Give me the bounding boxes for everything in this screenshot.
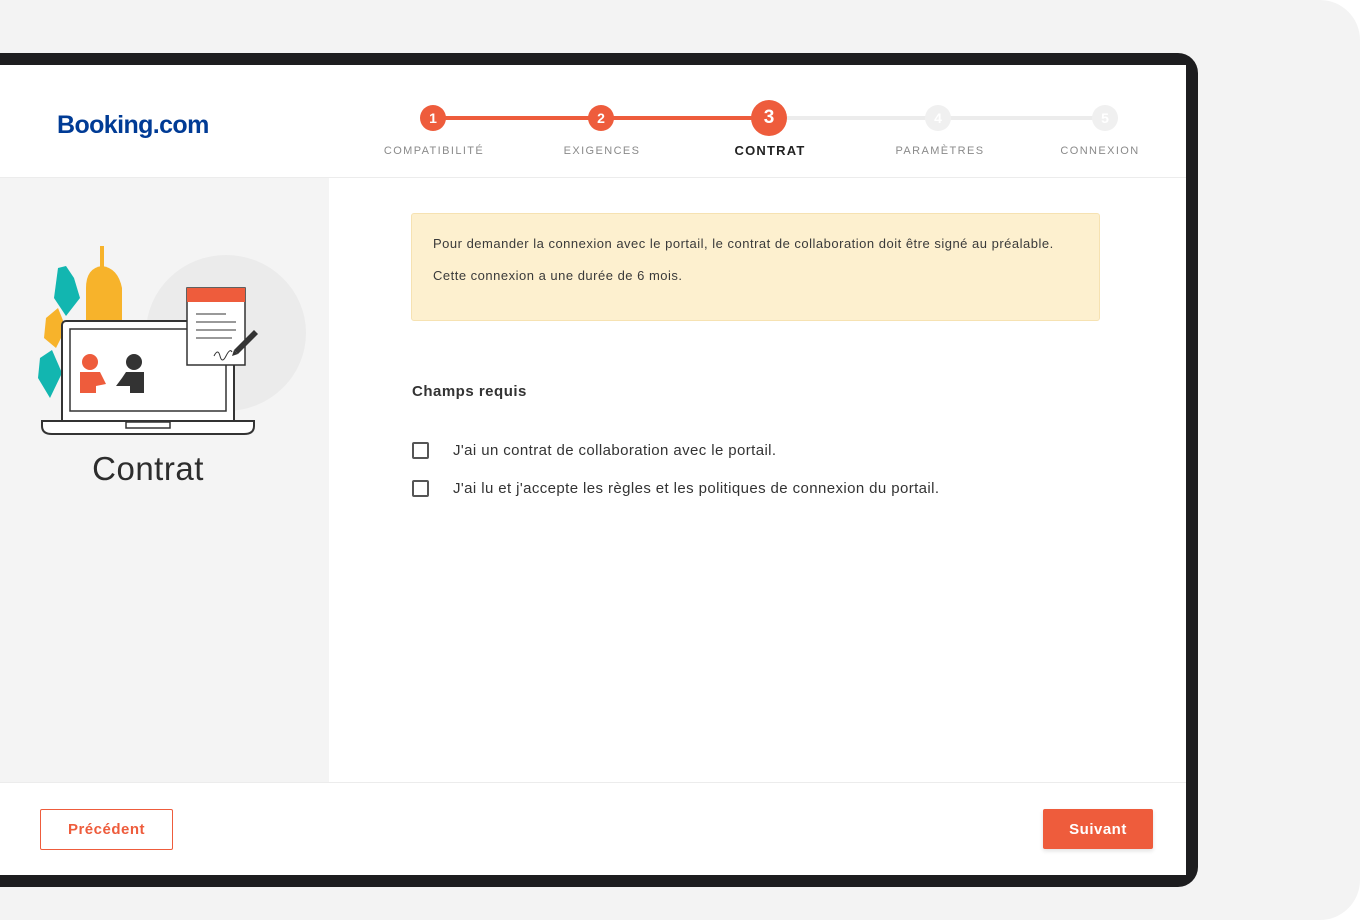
notice-line-1: Pour demander la connexion avec le porta… xyxy=(433,236,1054,251)
contract-signing-illustration xyxy=(38,246,306,435)
device-frame: Booking.com 1 2 3 4 5 COMPATIBILITÉ EXIG… xyxy=(0,53,1198,887)
step-4-label: PARAMÈTRES xyxy=(895,145,985,157)
step-3-label: CONTRAT xyxy=(734,143,806,158)
rules-checkbox-label[interactable]: J'ai lu et j'accepte les règles et les p… xyxy=(453,480,939,497)
step-4-dot: 4 xyxy=(925,105,951,131)
step-connector-3-4 xyxy=(769,116,938,120)
step-3-dot: 3 xyxy=(751,100,787,136)
step-2-dot[interactable]: 2 xyxy=(588,105,614,131)
previous-button[interactable]: Précédent xyxy=(40,809,173,850)
rules-checkbox[interactable] xyxy=(412,480,429,497)
contract-checkbox[interactable] xyxy=(412,442,429,459)
step-5-label: CONNEXION xyxy=(1060,145,1140,157)
contract-checkbox-label[interactable]: J'ai un contrat de collaboration avec le… xyxy=(453,442,776,459)
sidebar-title: Contrat xyxy=(92,450,204,487)
footer: Précédent Suivant xyxy=(0,782,1186,875)
progress-stepper: 1 2 3 4 5 COMPATIBILITÉ EXIGENCES CONTRA… xyxy=(0,65,1186,178)
step-1-dot[interactable]: 1 xyxy=(420,105,446,131)
step-1-label: COMPATIBILITÉ xyxy=(383,145,485,157)
main-content: Pour demander la connexion avec le porta… xyxy=(329,178,1186,782)
step-connector-2-3 xyxy=(601,116,769,120)
step-connector-1-2 xyxy=(433,116,601,120)
step-5-dot: 5 xyxy=(1092,105,1118,131)
section-title: Champs requis xyxy=(412,383,527,400)
step-2-label: EXIGENCES xyxy=(563,145,641,157)
next-button[interactable]: Suivant xyxy=(1043,809,1153,849)
sidebar: Contrat xyxy=(0,178,329,782)
header: Booking.com 1 2 3 4 5 COMPATIBILITÉ EXIG… xyxy=(0,65,1186,178)
checkbox-contract-row[interactable]: J'ai un contrat de collaboration avec le… xyxy=(412,442,776,459)
info-notice: Pour demander la connexion avec le porta… xyxy=(411,213,1100,321)
app-screen: Booking.com 1 2 3 4 5 COMPATIBILITÉ EXIG… xyxy=(0,65,1186,875)
checkbox-rules-row[interactable]: J'ai lu et j'accepte les règles et les p… xyxy=(412,480,939,497)
notice-line-2: Cette connexion a une durée de 6 mois. xyxy=(433,268,683,283)
step-connector-4-5 xyxy=(938,116,1105,120)
